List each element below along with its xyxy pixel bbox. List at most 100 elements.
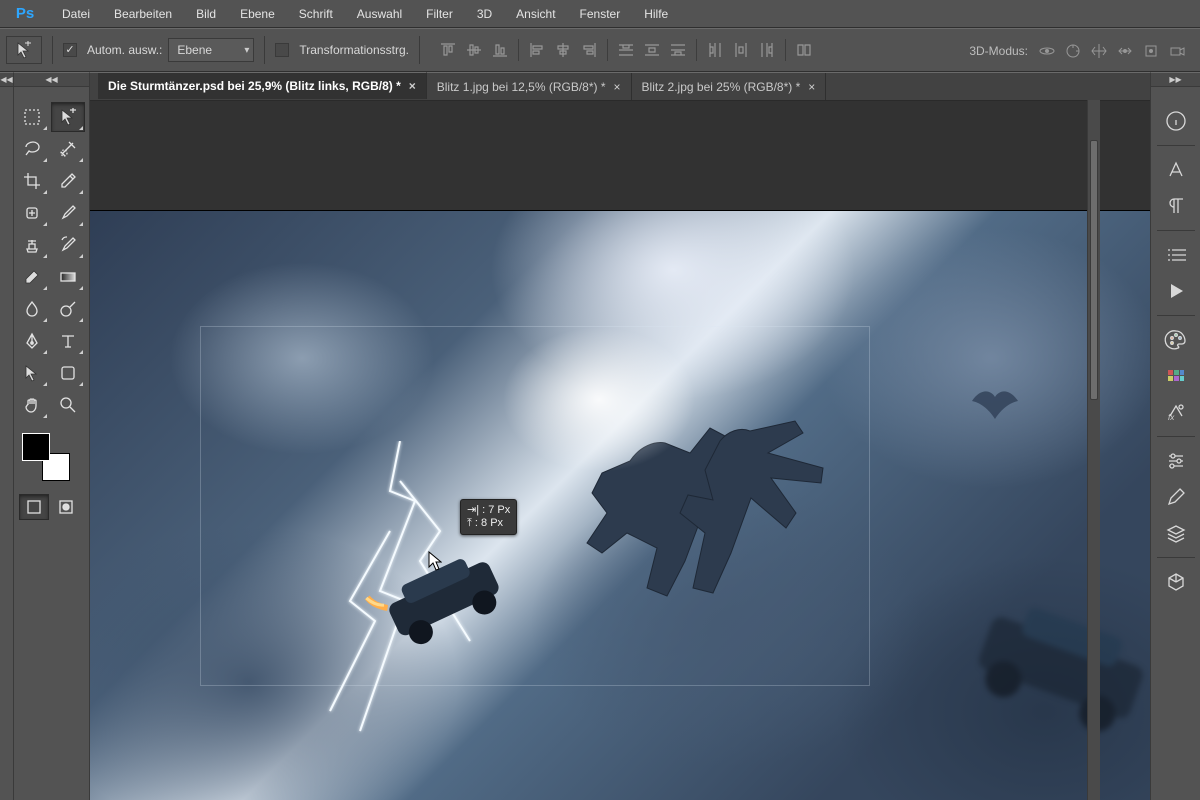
align-bottom-icon[interactable] bbox=[488, 38, 512, 62]
tools-grip-icon[interactable]: ◀◀ bbox=[14, 73, 89, 87]
3d-scale-icon[interactable] bbox=[1140, 40, 1162, 62]
close-icon[interactable]: × bbox=[614, 80, 621, 94]
history-brush-tool[interactable] bbox=[51, 230, 85, 260]
brush-tool[interactable] bbox=[51, 198, 85, 228]
shape-tool[interactable] bbox=[51, 358, 85, 388]
align-hcenter-icon[interactable] bbox=[551, 38, 575, 62]
close-icon[interactable]: × bbox=[409, 79, 416, 93]
distribute-top-icon[interactable] bbox=[614, 38, 638, 62]
blur-tool[interactable] bbox=[15, 294, 49, 324]
tooltip-dx: ⇥| : 7 Px bbox=[467, 504, 510, 517]
healing-brush-tool[interactable] bbox=[15, 198, 49, 228]
eyedropper-tool[interactable] bbox=[51, 166, 85, 196]
history-panel-icon[interactable] bbox=[1157, 239, 1195, 271]
align-right-icon[interactable] bbox=[577, 38, 601, 62]
menu-edit[interactable]: Bearbeiten bbox=[102, 0, 184, 28]
left-collapse-strip[interactable]: ◀◀ bbox=[0, 72, 14, 800]
clone-stamp-tool[interactable] bbox=[15, 230, 49, 260]
3d-panel-icon[interactable] bbox=[1157, 566, 1195, 598]
gradient-tool[interactable] bbox=[51, 262, 85, 292]
paragraph-panel-icon[interactable] bbox=[1157, 190, 1195, 222]
collapse-grip-icon[interactable]: ◀◀ bbox=[0, 73, 13, 87]
brush-presets-panel-icon[interactable] bbox=[1157, 481, 1195, 513]
chevron-down-icon: ▾ bbox=[244, 45, 249, 56]
menu-select[interactable]: Auswahl bbox=[345, 0, 414, 28]
auto-select-target-value: Ebene bbox=[177, 43, 212, 57]
align-vcenter-icon[interactable] bbox=[462, 38, 486, 62]
scrollbar-thumb[interactable] bbox=[1090, 140, 1098, 400]
transform-delta-tooltip: ⇥| : 7 Px ⤒ : 8 Px bbox=[460, 499, 517, 535]
move-tool[interactable] bbox=[51, 102, 85, 132]
zoom-tool[interactable] bbox=[51, 390, 85, 420]
document-tab[interactable]: Die Sturmtänzer.psd bei 25,9% (Blitz lin… bbox=[98, 72, 427, 99]
vertical-scrollbar[interactable] bbox=[1087, 100, 1100, 800]
menu-type[interactable]: Schrift bbox=[287, 0, 345, 28]
3d-mode-label: 3D-Modus: bbox=[969, 44, 1028, 58]
current-tool-preset[interactable] bbox=[6, 36, 42, 64]
standard-mode-button[interactable] bbox=[19, 494, 49, 520]
pen-tool[interactable] bbox=[15, 326, 49, 356]
swatches-panel-icon[interactable] bbox=[1157, 360, 1195, 392]
right-panel-dock: ▶▶ fx bbox=[1150, 72, 1200, 800]
auto-align-icon[interactable] bbox=[792, 38, 816, 62]
align-top-icon[interactable] bbox=[436, 38, 460, 62]
3d-camera-icon[interactable] bbox=[1166, 40, 1188, 62]
canvas-art-lightning bbox=[320, 441, 490, 741]
close-icon[interactable]: × bbox=[808, 80, 815, 94]
show-transform-checkbox[interactable] bbox=[275, 43, 289, 57]
menu-help[interactable]: Hilfe bbox=[632, 0, 680, 28]
auto-select-checkbox[interactable] bbox=[63, 43, 77, 57]
canvas[interactable]: ⇥| : 7 Px ⤒ : 8 Px bbox=[90, 211, 1150, 800]
document-tab[interactable]: Blitz 2.jpg bei 25% (RGB/8*) * × bbox=[632, 73, 827, 100]
actions-panel-icon[interactable] bbox=[1157, 275, 1195, 307]
menu-view[interactable]: Ansicht bbox=[504, 0, 567, 28]
auto-select-target-dropdown[interactable]: Ebene ▾ bbox=[168, 38, 254, 62]
separator bbox=[1157, 436, 1195, 437]
document-tab-label: Blitz 2.jpg bei 25% (RGB/8*) * bbox=[642, 80, 801, 94]
dodge-tool[interactable] bbox=[51, 294, 85, 324]
align-left-icon[interactable] bbox=[525, 38, 549, 62]
3d-slide-icon[interactable] bbox=[1114, 40, 1136, 62]
separator bbox=[419, 36, 420, 64]
menu-filter[interactable]: Filter bbox=[414, 0, 465, 28]
menu-3d[interactable]: 3D bbox=[465, 0, 504, 28]
foreground-color-swatch[interactable] bbox=[22, 433, 50, 461]
crop-tool[interactable] bbox=[15, 166, 49, 196]
layer-bounds-outline bbox=[200, 326, 870, 686]
adjustments-panel-icon[interactable] bbox=[1157, 445, 1195, 477]
distribute-hcenter-icon[interactable] bbox=[729, 38, 753, 62]
canvas-art-figures bbox=[570, 401, 890, 661]
document-tab-label: Die Sturmtänzer.psd bei 25,9% (Blitz lin… bbox=[108, 79, 401, 93]
distribute-vcenter-icon[interactable] bbox=[640, 38, 664, 62]
path-select-tool[interactable] bbox=[15, 358, 49, 388]
color-panel-icon[interactable] bbox=[1157, 324, 1195, 356]
menu-window[interactable]: Fenster bbox=[568, 0, 633, 28]
layers-panel-icon[interactable] bbox=[1157, 517, 1195, 549]
info-panel-icon[interactable] bbox=[1157, 105, 1195, 137]
quick-select-tool[interactable] bbox=[51, 134, 85, 164]
3d-rotate-icon[interactable] bbox=[1062, 40, 1084, 62]
menu-file[interactable]: Datei bbox=[50, 0, 102, 28]
quickmask-mode-button[interactable] bbox=[51, 494, 81, 520]
dock-grip-icon[interactable]: ▶▶ bbox=[1151, 73, 1200, 87]
distribute-right-icon[interactable] bbox=[755, 38, 779, 62]
3d-pan-icon[interactable] bbox=[1088, 40, 1110, 62]
3d-orbit-icon[interactable] bbox=[1036, 40, 1058, 62]
canvas-art-bird bbox=[970, 381, 1020, 421]
distribute-left-icon[interactable] bbox=[703, 38, 727, 62]
document-tab[interactable]: Blitz 1.jpg bei 12,5% (RGB/8*) * × bbox=[427, 73, 632, 100]
distribute-bottom-icon[interactable] bbox=[666, 38, 690, 62]
type-tool[interactable] bbox=[51, 326, 85, 356]
hand-tool[interactable] bbox=[15, 390, 49, 420]
lasso-tool[interactable] bbox=[15, 134, 49, 164]
menu-layer[interactable]: Ebene bbox=[228, 0, 287, 28]
menu-image[interactable]: Bild bbox=[184, 0, 228, 28]
color-swatches[interactable] bbox=[22, 433, 70, 481]
styles-panel-icon[interactable]: fx bbox=[1157, 396, 1195, 428]
marquee-tool[interactable] bbox=[15, 102, 49, 132]
separator bbox=[52, 36, 53, 64]
document-area: Die Sturmtänzer.psd bei 25,9% (Blitz lin… bbox=[90, 72, 1150, 800]
character-panel-icon[interactable] bbox=[1157, 154, 1195, 186]
eraser-tool[interactable] bbox=[15, 262, 49, 292]
canvas-viewport[interactable]: ⇥| : 7 Px ⤒ : 8 Px bbox=[90, 100, 1150, 800]
